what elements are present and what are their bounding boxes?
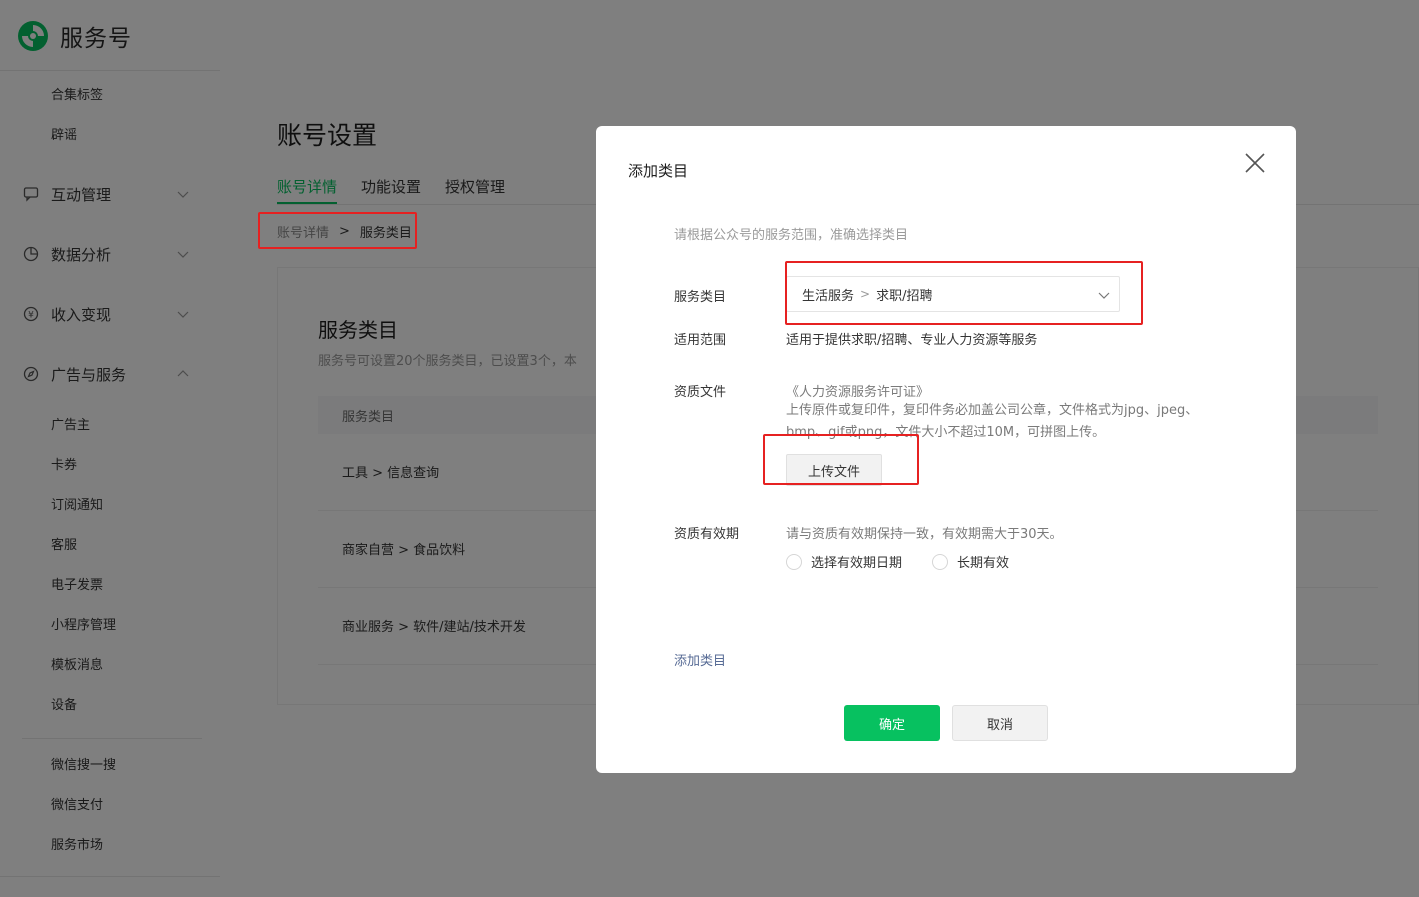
scope-label: 适用范围 bbox=[674, 333, 727, 348]
dialog-title: 添加类目 bbox=[628, 162, 689, 180]
radio-select-date[interactable]: 选择有效期日期 bbox=[786, 552, 902, 571]
category-select[interactable]: 生活服务 > 求职/招聘 bbox=[786, 276, 1120, 312]
radio-circle bbox=[786, 553, 802, 570]
validity-hint: 请与资质有效期保持一致，有效期需大于30天。 bbox=[786, 527, 1063, 542]
radio-label: 选择有效期日期 bbox=[811, 556, 903, 571]
upload-file-button[interactable]: 上传文件 bbox=[786, 454, 882, 486]
category-label: 服务类目 bbox=[674, 290, 727, 305]
category-level1: 生活服务 bbox=[802, 288, 855, 304]
validity-label: 资质有效期 bbox=[674, 527, 740, 542]
category-level2: 求职/招聘 bbox=[876, 288, 933, 304]
cancel-button[interactable]: 取消 bbox=[952, 705, 1048, 741]
document-name: 《人力资源服务许可证》 bbox=[786, 385, 930, 400]
scope-value: 适用于提供求职/招聘、专业人力资源等服务 bbox=[786, 333, 1038, 348]
radio-circle bbox=[932, 553, 949, 570]
add-category-dialog: 添加类目 请根据公众号的服务范围，准确选择类目 服务类目 生活服务 > 求职/招… bbox=[596, 126, 1296, 773]
validity-radio-group: 选择有效期日期 长期有效 bbox=[786, 552, 1039, 571]
confirm-button[interactable]: 确定 bbox=[844, 705, 940, 741]
radio-label: 长期有效 bbox=[957, 556, 1010, 571]
dialog-hint: 请根据公众号的服务范围，准确选择类目 bbox=[674, 228, 909, 243]
add-category-link[interactable]: 添加类目 bbox=[674, 650, 726, 669]
document-requirements: 上传原件或复印件，复印件务必加盖公司公章，文件格式为jpg、jpeg、bmp、g… bbox=[786, 403, 1199, 440]
document-label: 资质文件 bbox=[674, 385, 727, 400]
close-icon[interactable] bbox=[1242, 150, 1268, 176]
category-separator: > bbox=[860, 287, 871, 301]
radio-long-term[interactable]: 长期有效 bbox=[932, 552, 1009, 571]
chevron-down-icon bbox=[1098, 292, 1110, 299]
